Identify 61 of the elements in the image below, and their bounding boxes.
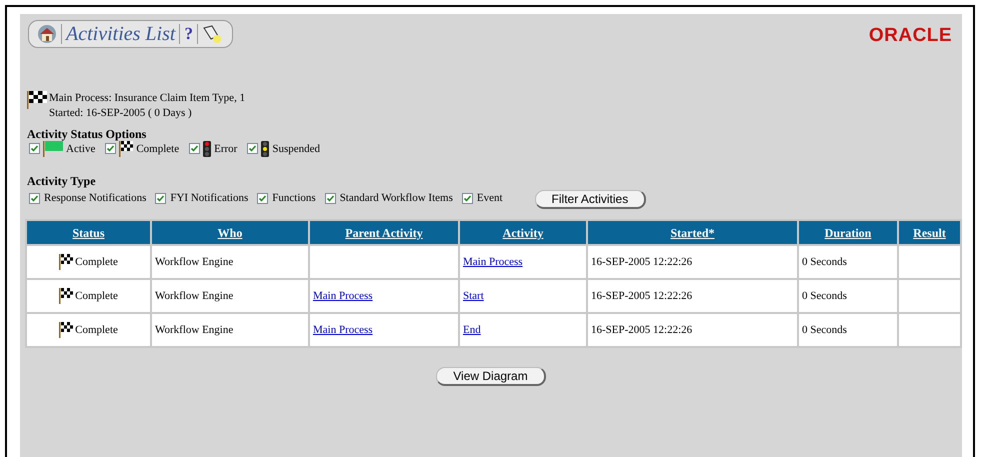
status-text: Complete bbox=[75, 322, 118, 338]
column-header[interactable]: Who bbox=[151, 220, 309, 245]
activity-link[interactable]: Main Process bbox=[463, 256, 523, 268]
table-cell: Workflow Engine bbox=[151, 245, 309, 279]
status-text: Complete bbox=[75, 288, 118, 304]
table-cell: 16-SEP-2005 12:22:26 bbox=[587, 245, 798, 279]
table-cell: 0 Seconds bbox=[798, 313, 898, 347]
column-header[interactable]: Status bbox=[26, 220, 151, 245]
view-diagram-button[interactable]: View Diagram bbox=[436, 367, 546, 386]
table-cell: Workflow Engine bbox=[151, 313, 309, 347]
flashlight-icon[interactable] bbox=[202, 24, 224, 44]
table-cell: Workflow Engine bbox=[151, 279, 309, 313]
checkbox-label: Complete bbox=[136, 142, 180, 156]
home-icon[interactable] bbox=[37, 25, 57, 43]
checkbox[interactable] bbox=[247, 143, 258, 154]
status-text: Complete bbox=[75, 254, 118, 270]
page-title: Activities List bbox=[66, 22, 176, 47]
checkbox[interactable] bbox=[189, 143, 200, 154]
checkbox[interactable] bbox=[257, 193, 268, 204]
table-cell: 0 Seconds bbox=[798, 245, 898, 279]
column-header[interactable]: Result bbox=[898, 220, 961, 245]
process-started: Started: 16-SEP-2005 ( 0 Days ) bbox=[49, 106, 193, 120]
checkbox[interactable] bbox=[462, 193, 473, 204]
section-title: Activity Status Options bbox=[26, 126, 148, 140]
checkbox-label: Functions bbox=[272, 191, 316, 206]
checkbox[interactable] bbox=[324, 193, 336, 204]
table-cell: 16-SEP-2005 12:22:26 bbox=[587, 279, 798, 313]
oracle-logo: ORACLE bbox=[868, 24, 952, 48]
column-header[interactable]: Activity bbox=[459, 220, 587, 245]
parent-activity-link[interactable]: Main Process bbox=[313, 324, 373, 336]
table-cell: 0 Seconds bbox=[798, 279, 898, 313]
activity-link[interactable]: End bbox=[463, 324, 481, 336]
activity-link[interactable]: Start bbox=[463, 290, 484, 302]
checkered-flag-icon bbox=[59, 254, 74, 270]
help-link[interactable]: ? bbox=[184, 21, 193, 47]
checkered-flag-icon bbox=[59, 288, 74, 304]
filter-button[interactable]: Filter Activities bbox=[534, 190, 646, 209]
flag-icon bbox=[43, 140, 63, 157]
checkbox-label: Active bbox=[66, 142, 96, 156]
checkbox-label: Response Notifications bbox=[44, 191, 146, 206]
parent-activity-link[interactable]: Main Process bbox=[313, 290, 373, 302]
section-title: Activity Type bbox=[26, 174, 97, 188]
traffic-light-icon bbox=[261, 140, 270, 157]
column-header[interactable]: Duration bbox=[798, 220, 898, 245]
checkbox[interactable] bbox=[29, 193, 40, 204]
checkbox[interactable] bbox=[155, 193, 166, 204]
traffic-light-icon bbox=[203, 140, 212, 157]
checkbox[interactable] bbox=[105, 143, 116, 154]
checkbox-label: Event bbox=[476, 191, 503, 206]
checkered-flag-icon bbox=[119, 140, 134, 157]
process-name: Main Process: Insurance Claim Item Type, 1 bbox=[49, 90, 246, 106]
column-header[interactable]: Started* bbox=[587, 220, 798, 245]
checkered-flag-icon bbox=[27, 90, 47, 108]
checkered-flag-icon bbox=[59, 322, 74, 338]
checkbox-label: Standard Workflow Items bbox=[340, 191, 453, 206]
checkbox-label: FYI Notifications bbox=[170, 191, 248, 206]
checkbox-label: Suspended bbox=[272, 142, 320, 156]
table-cell: 16-SEP-2005 12:22:26 bbox=[587, 313, 798, 347]
column-header[interactable]: Parent Activity bbox=[309, 220, 459, 245]
checkbox[interactable] bbox=[29, 143, 40, 154]
checkbox-label: Error bbox=[214, 142, 238, 156]
